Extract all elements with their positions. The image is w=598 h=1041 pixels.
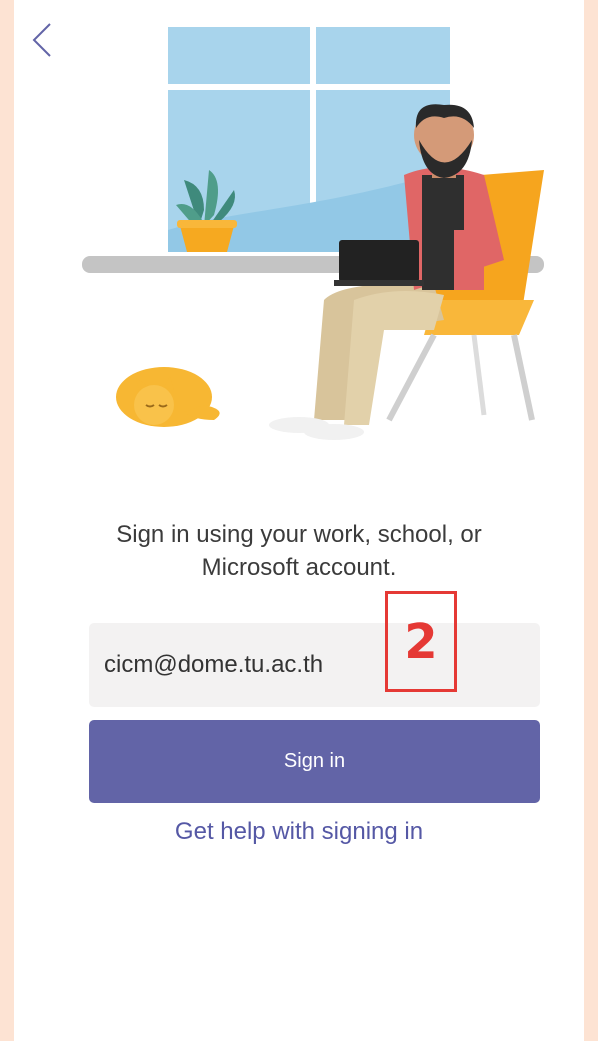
cat-illustration [116,367,220,427]
help-signing-in-link[interactable]: Get help with signing in [74,818,524,846]
step-annotation-box: 2 [385,591,457,692]
step-number: 2 [404,613,438,670]
sign-in-button[interactable]: Sign in [89,720,540,803]
email-field[interactable]: cicm@dome.tu.ac.th [89,623,540,707]
sign-in-prompt: Sign in using your work, school, or Micr… [116,521,482,581]
sign-in-illustration [82,27,544,440]
email-value: cicm@dome.tu.ac.th [104,651,324,678]
sign-in-screen: Sign in using your work, school, or Micr… [14,0,584,1041]
